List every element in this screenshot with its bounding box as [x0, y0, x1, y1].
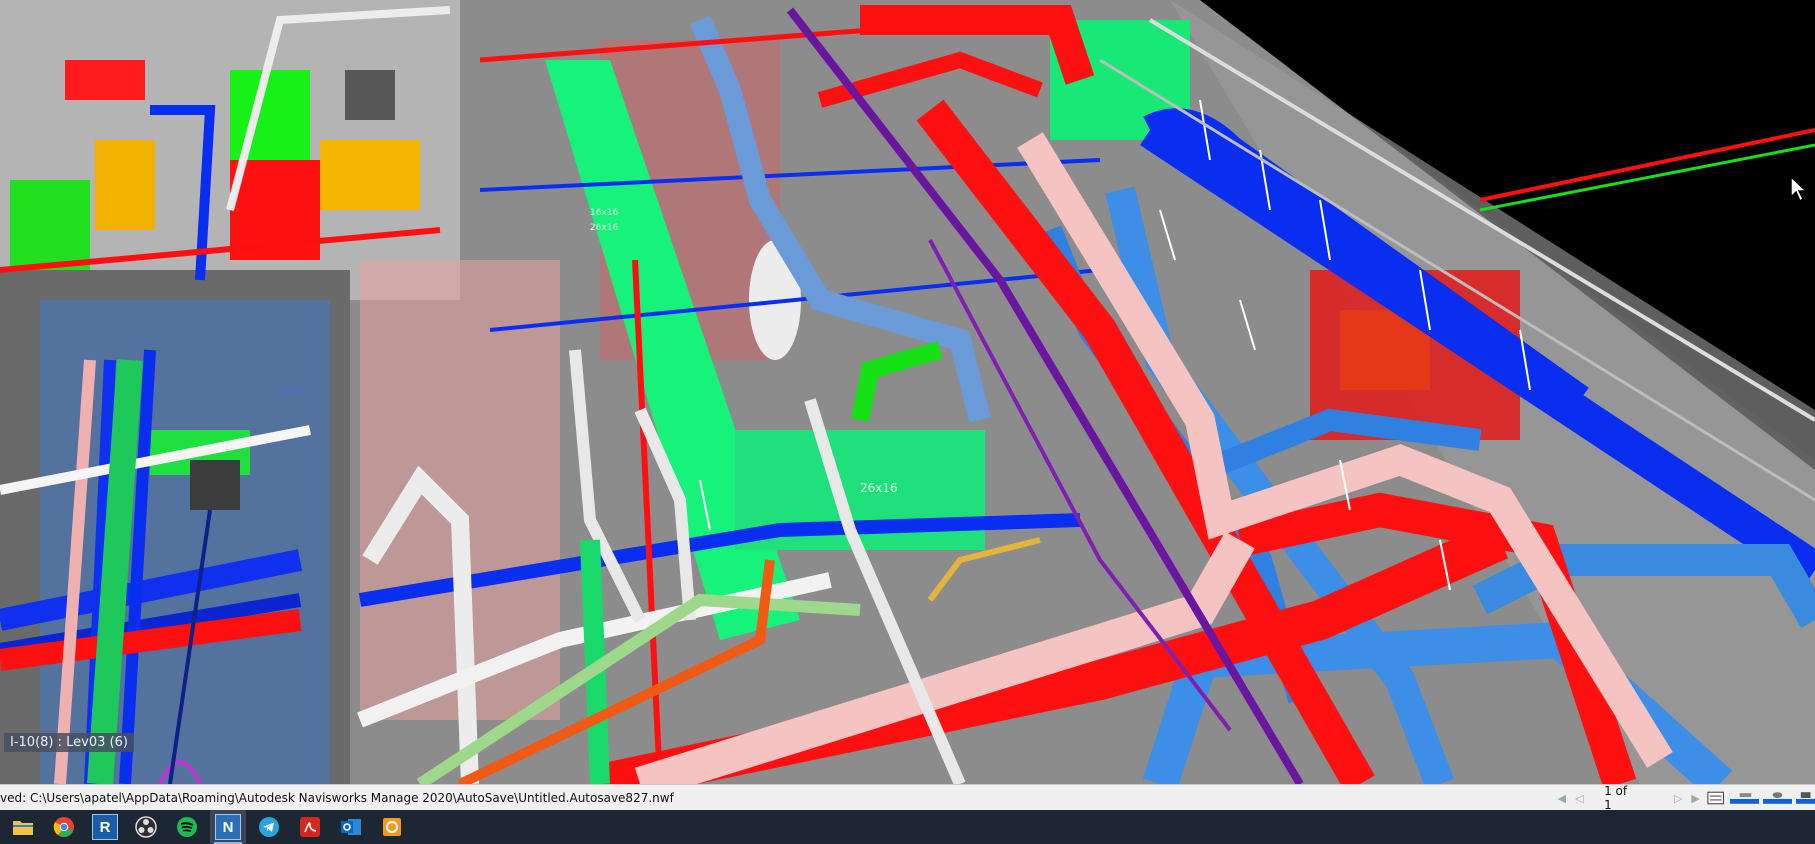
orange-equipment [320, 140, 420, 210]
taskbar-file-explorer[interactable] [5, 810, 41, 844]
obs-icon [134, 815, 158, 839]
taskbar-telegram[interactable] [251, 810, 287, 844]
prev-page-icon[interactable]: ◁ [1573, 791, 1587, 805]
duct-tag-c: 16x16 [590, 208, 619, 218]
status-message: ved: C:\Users\apatel\AppData\Roaming\Aut… [0, 791, 674, 805]
page-indicator: 1 of 1 [1604, 784, 1628, 812]
first-page-icon[interactable]: ◀ [1555, 791, 1569, 805]
web-server-icon [1795, 792, 1815, 804]
chrome-icon [52, 815, 76, 839]
3d-viewport[interactable]: 26x16 26x16 16x16 EXIT I-10(8) : Lev03 (… [0, 0, 1815, 784]
duct-tag-b: 26x16 [590, 223, 619, 233]
taskbar-navisworks[interactable]: N [210, 810, 246, 844]
taskbar-chrome[interactable] [46, 810, 82, 844]
duct-tag-a: 26x16 [860, 481, 898, 495]
red-equipment-left [65, 60, 145, 100]
next-page-icon[interactable]: ▷ [1671, 791, 1685, 805]
sheet-browser-icon[interactable] [1706, 791, 1725, 805]
taskbar-outlook[interactable] [333, 810, 369, 844]
3d-model-scene[interactable]: 26x16 26x16 16x16 EXIT [0, 0, 1815, 784]
pencil-progress-icon [1729, 793, 1759, 804]
revit-icon: R [92, 814, 118, 840]
taskbar-bluebeam[interactable] [374, 810, 410, 844]
file-explorer-icon [11, 815, 35, 839]
green-equipment-small [10, 180, 90, 270]
spotify-icon [175, 815, 199, 839]
last-page-icon[interactable]: ▶ [1689, 791, 1703, 805]
bluebeam-icon [380, 815, 404, 839]
black-box-left [190, 460, 240, 510]
status-bar: ved: C:\Users\apatel\AppData\Roaming\Aut… [0, 784, 1815, 812]
orange-equipment-2 [95, 140, 155, 230]
taskbar-revit[interactable]: R [87, 810, 123, 844]
exit-sign: EXIT [282, 387, 305, 398]
disk-progress-icon [1762, 792, 1792, 804]
taskbar-obs[interactable] [128, 810, 164, 844]
acrobat-icon [298, 815, 322, 839]
windows-taskbar: R N [0, 810, 1815, 844]
taskbar-acrobat[interactable] [292, 810, 328, 844]
telegram-icon [257, 815, 281, 839]
sheet-pager: ◀ ◁ 1 of 1 ▷ ▶ [1555, 784, 1815, 812]
navisworks-icon: N [215, 814, 241, 840]
dark-box-top [345, 70, 395, 120]
grid-location-label: I-10(8) : Lev03 (6) [4, 733, 134, 752]
outlook-icon [339, 815, 363, 839]
taskbar-spotify[interactable] [169, 810, 205, 844]
mouse-cursor-icon [1790, 175, 1808, 203]
